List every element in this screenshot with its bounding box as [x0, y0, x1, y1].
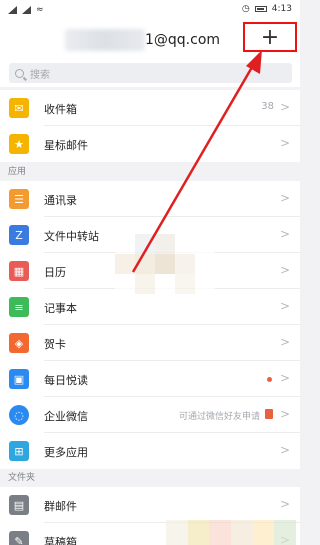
contacts-row[interactable]: ☰ 通讯录 >	[0, 181, 300, 217]
inbox-label: 收件箱	[44, 103, 77, 116]
drafts-label: 草稿箱	[44, 536, 77, 545]
wifi-icon: ≈	[36, 5, 44, 15]
section-apps: 应用	[0, 163, 300, 181]
group-mail-label: 群邮件	[44, 500, 77, 513]
more-apps-label: 更多应用	[44, 446, 88, 459]
chevron-right-icon: >	[279, 371, 290, 385]
calendar-icon: ▦	[9, 261, 29, 281]
wework-icon: ◌	[9, 405, 29, 425]
starred-label: 星标邮件	[44, 139, 88, 152]
notes-row[interactable]: ≡ 记事本 >	[0, 289, 300, 325]
chevron-right-icon: >	[279, 497, 290, 511]
chevron-right-icon: >	[279, 407, 290, 421]
battery-icon	[254, 6, 267, 12]
chevron-right-icon: >	[279, 100, 290, 114]
chevron-right-icon: >	[279, 263, 290, 277]
add-button[interactable]: +	[243, 22, 297, 52]
card-icon: ◈	[9, 333, 29, 353]
section-folders: 文件夹	[0, 469, 300, 487]
folder-icon: ▤	[9, 495, 29, 515]
chevron-right-icon: >	[279, 136, 290, 150]
status-bar: ≈ ◷ 4:13	[0, 0, 300, 20]
wework-label: 企业微信	[44, 410, 88, 423]
cards-row[interactable]: ◈ 贺卡 >	[0, 325, 300, 361]
pixel-blur-overlay	[115, 234, 215, 294]
notes-label: 记事本	[44, 302, 77, 315]
inbox-count: 38	[261, 101, 274, 112]
inbox-icon: ✉	[9, 98, 29, 118]
account-email[interactable]: 1@qq.com	[145, 32, 220, 48]
search-icon	[15, 68, 24, 78]
inbox-row[interactable]: ✉ 收件箱 38 >	[0, 90, 300, 126]
reading-icon: ▣	[9, 369, 29, 389]
starred-row[interactable]: ★ 星标邮件 >	[0, 126, 300, 162]
search-placeholder: 搜索	[30, 69, 50, 81]
notes-icon: ≡	[9, 297, 29, 317]
chevron-right-icon: >	[279, 443, 290, 457]
signal-icon	[22, 6, 31, 14]
drafts-icon: ✎	[9, 531, 29, 545]
transfer-icon: Z	[9, 225, 29, 245]
chevron-right-icon: >	[279, 335, 290, 349]
app-header: 1@qq.com +	[0, 20, 300, 62]
group-mail-row[interactable]: ▤ 群邮件 >	[0, 487, 300, 523]
pixel-blur-overlay-bottom	[166, 520, 296, 545]
chevron-right-icon: >	[279, 299, 290, 313]
signal-icon	[8, 6, 17, 14]
badge-icon	[265, 409, 273, 419]
contacts-label: 通讯录	[44, 194, 77, 207]
more-apps-row[interactable]: ⊞ 更多应用 >	[0, 433, 300, 469]
chevron-right-icon: >	[279, 191, 290, 205]
grid-icon: ⊞	[9, 441, 29, 461]
transfer-label: 文件中转站	[44, 230, 99, 243]
wework-hint: 可通过微信好友申请	[178, 412, 260, 422]
plus-icon: +	[260, 24, 280, 50]
star-icon: ★	[9, 134, 29, 154]
redacted-email-blur	[65, 29, 145, 51]
calendar-label: 日历	[44, 266, 66, 279]
status-time: 4:13	[271, 4, 292, 14]
daily-read-label: 每日悦读	[44, 374, 88, 387]
search-input[interactable]: 搜索	[9, 63, 292, 83]
contacts-icon: ☰	[9, 189, 29, 209]
daily-read-row[interactable]: ▣ 每日悦读 >	[0, 361, 300, 397]
search-row: 搜索	[0, 62, 300, 87]
wework-row[interactable]: ◌ 企业微信 可通过微信好友申请 >	[0, 397, 300, 433]
unread-dot	[267, 377, 272, 382]
alarm-icon: ◷	[241, 4, 250, 14]
cards-label: 贺卡	[44, 338, 66, 351]
chevron-right-icon: >	[279, 227, 290, 241]
